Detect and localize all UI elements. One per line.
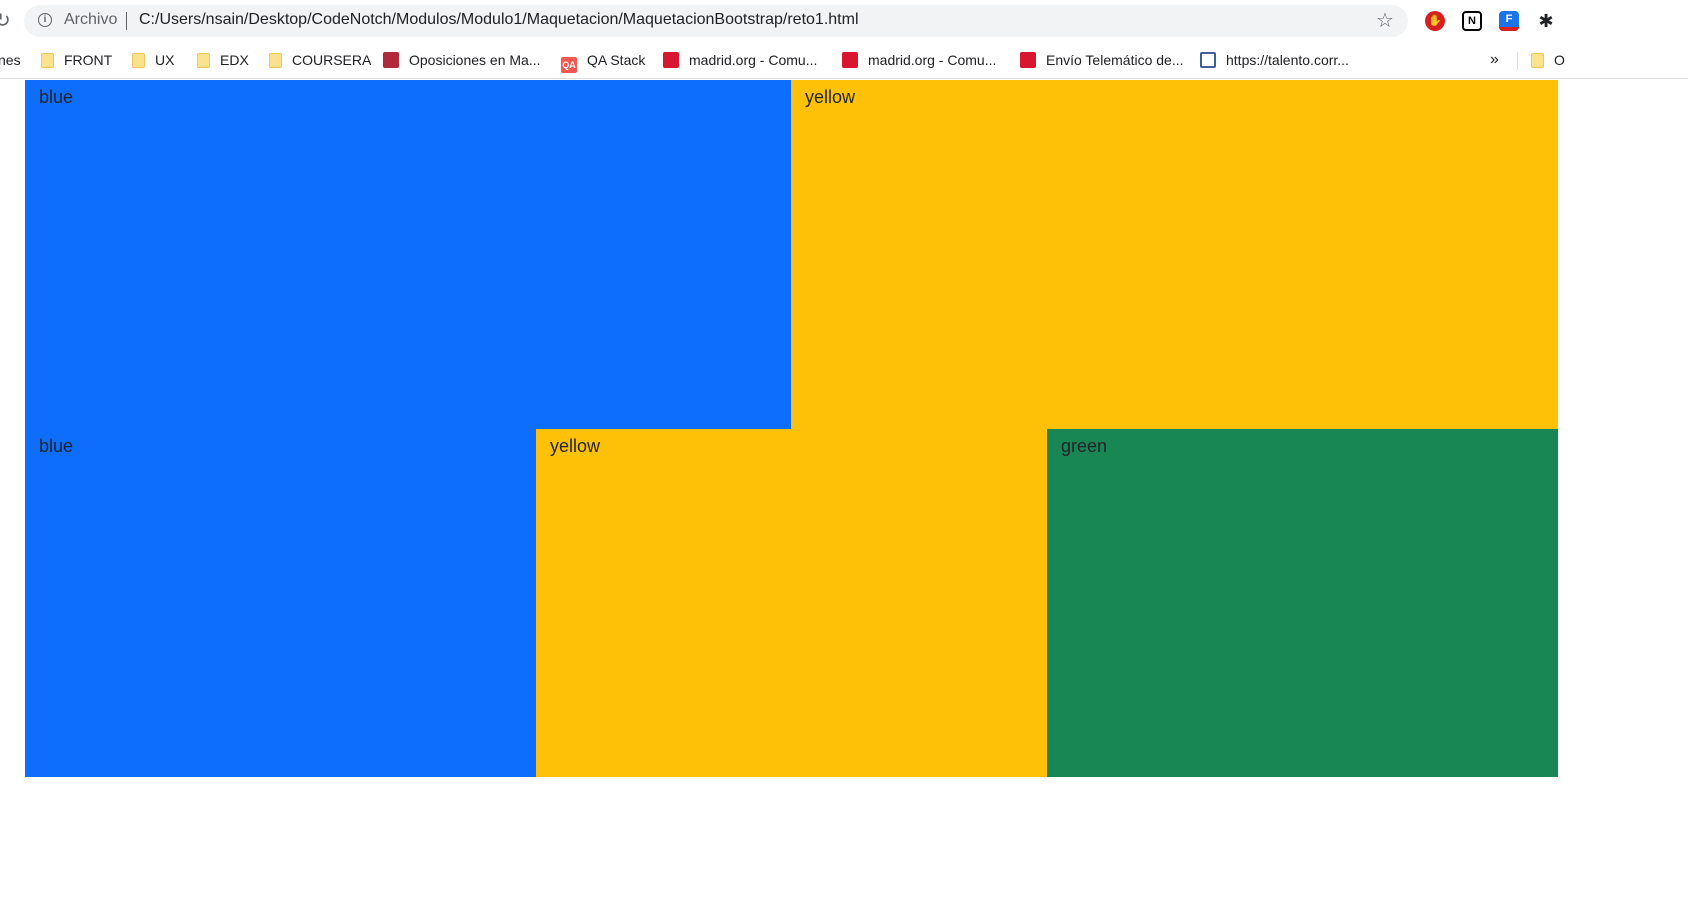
bookmark-item[interactable]: EDX <box>197 49 249 71</box>
reload-icon[interactable]: ↻ <box>0 9 14 33</box>
bookmark-label: O <box>1554 52 1565 68</box>
qa-favicon: QA <box>561 57 577 73</box>
bookmarks-divider <box>1517 52 1518 70</box>
folder-icon <box>1531 53 1544 68</box>
adblock-extension-icon[interactable]: ✋ <box>1425 11 1445 31</box>
bookmarks-overflow-button[interactable]: » <box>1490 49 1499 71</box>
bookmark-cut-label[interactable]: nes <box>0 49 21 71</box>
grid-cell-yellow: yellow <box>791 80 1558 429</box>
url-text[interactable]: C:/Users/nsain/Desktop/CodeNotch/Modulos… <box>139 11 859 29</box>
grid-cell-green: green <box>1047 429 1558 777</box>
bookmark-label: madrid.org - Comu... <box>868 52 997 68</box>
scheme-separator <box>126 12 127 30</box>
bookmark-label: QA Stack <box>587 52 646 68</box>
bookmark-label: COURSERA <box>292 52 372 68</box>
oposiciones-favicon <box>383 52 399 68</box>
info-icon[interactable]: i <box>38 13 52 27</box>
grid-cell-blue: blue <box>25 80 791 429</box>
bookmark-item[interactable]: madrid.org - Comu... <box>663 49 817 71</box>
cell-label: blue <box>39 436 74 456</box>
bookmark-item[interactable]: Envío Telemático de... <box>1020 49 1183 71</box>
bookmarks-bar: nes FRONT UX EDX COURSERA Oposiciones en… <box>0 42 1688 79</box>
folder-icon <box>132 53 145 68</box>
folder-icon <box>197 53 210 68</box>
cell-label: blue <box>39 87 74 107</box>
bookmark-item[interactable]: QA QA Stack <box>561 49 646 73</box>
extension-icon[interactable]: F <box>1499 11 1519 31</box>
cell-label: yellow <box>805 87 856 107</box>
address-bar[interactable]: i Archivo C:/Users/nsain/Desktop/CodeNot… <box>24 5 1408 37</box>
bookmark-item[interactable]: Oposiciones en Ma... <box>383 49 541 71</box>
browser-toolbar: ↻ i Archivo C:/Users/nsain/Desktop/CodeN… <box>0 0 1688 42</box>
bookmark-item[interactable]: https://talento.corr... <box>1200 49 1349 71</box>
cell-label: yellow <box>550 436 601 456</box>
bookmark-label: Oposiciones en Ma... <box>409 52 541 68</box>
bookmark-label: EDX <box>220 52 249 68</box>
bookmark-star-icon[interactable]: ☆ <box>1376 9 1394 33</box>
folder-icon <box>269 53 282 68</box>
bookmark-label: https://talento.corr... <box>1226 52 1349 68</box>
bookmark-label: madrid.org - Comu... <box>689 52 818 68</box>
bookmark-label: Envío Telemático de... <box>1046 52 1184 68</box>
folder-icon <box>41 53 54 68</box>
bookmark-item[interactable]: FRONT <box>41 49 112 71</box>
cell-label: green <box>1061 436 1108 456</box>
madrid-favicon <box>842 52 858 68</box>
bookmark-label: UX <box>155 52 175 68</box>
bookmark-item[interactable]: UX <box>132 49 174 71</box>
correos-favicon <box>1200 52 1216 68</box>
bookmark-label: FRONT <box>64 52 113 68</box>
madrid-favicon <box>1020 52 1036 68</box>
bookmark-item[interactable]: madrid.org - Comu... <box>842 49 996 71</box>
extensions-puzzle-icon[interactable]: ✱ <box>1536 11 1556 31</box>
scheme-label: Archivo <box>64 11 118 28</box>
grid-cell-yellow: yellow <box>536 429 1047 777</box>
notion-extension-icon[interactable]: N <box>1462 11 1482 31</box>
bookmark-item[interactable]: COURSERA <box>269 49 371 71</box>
grid-cell-blue: blue <box>25 429 536 777</box>
other-bookmarks[interactable]: O <box>1531 49 1565 71</box>
madrid-favicon <box>663 52 679 68</box>
